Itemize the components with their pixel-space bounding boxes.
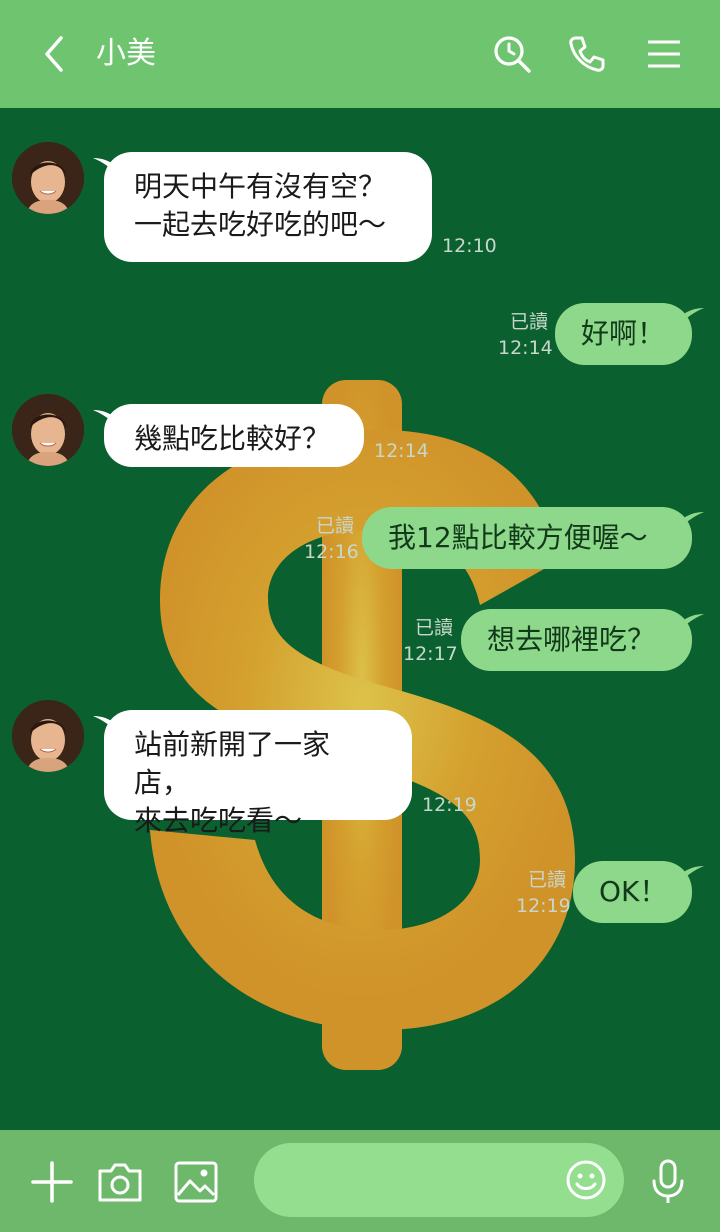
message-bubble-received[interactable]: 明天中午有沒有空？ 一起去吃好吃的吧～ bbox=[104, 152, 432, 262]
read-label: 已讀 bbox=[527, 869, 566, 891]
contact-avatar[interactable] bbox=[12, 142, 84, 214]
camera-icon bbox=[98, 1163, 142, 1202]
contact-avatar[interactable] bbox=[12, 394, 84, 466]
chat-title: 小美 bbox=[96, 36, 156, 71]
voice-button[interactable] bbox=[638, 1152, 698, 1212]
emoji-icon bbox=[566, 1160, 606, 1200]
bubble-tail bbox=[678, 866, 704, 884]
read-label: 已讀 bbox=[414, 617, 453, 639]
read-label: 已讀 bbox=[509, 311, 548, 333]
menu-icon bbox=[648, 40, 680, 68]
message-bubble-sent[interactable]: OK！ bbox=[573, 861, 692, 923]
chevron-left-icon bbox=[45, 36, 63, 72]
phone-icon bbox=[569, 36, 605, 72]
emoji-button[interactable] bbox=[556, 1150, 616, 1210]
image-icon bbox=[174, 1161, 218, 1203]
bubble-tail bbox=[678, 614, 704, 632]
read-receipt: 已讀 12:14 bbox=[498, 310, 553, 360]
message-bubble-received[interactable]: 幾點吃比較好？ bbox=[104, 404, 364, 467]
call-button[interactable] bbox=[563, 30, 611, 78]
message-time: 12:14 bbox=[374, 440, 429, 462]
read-receipt: 已讀 12:19 bbox=[516, 868, 571, 918]
camera-button[interactable] bbox=[90, 1152, 150, 1212]
bubble-tail bbox=[678, 512, 704, 530]
message-time: 12:16 bbox=[304, 541, 359, 563]
message-time: 12:10 bbox=[442, 235, 497, 257]
message-bubble-sent[interactable]: 我12點比較方便喔～ bbox=[362, 507, 692, 569]
contact-avatar[interactable] bbox=[12, 700, 84, 772]
message-bubble-sent[interactable]: 好啊！ bbox=[555, 303, 692, 365]
search-icon bbox=[494, 36, 531, 73]
read-label: 已讀 bbox=[315, 515, 354, 537]
search-button[interactable] bbox=[488, 30, 536, 78]
message-bubble-sent[interactable]: 想去哪裡吃？ bbox=[461, 609, 692, 671]
chat-header: 小美 bbox=[0, 0, 720, 108]
read-receipt: 已讀 12:16 bbox=[304, 514, 359, 564]
back-button[interactable] bbox=[30, 30, 78, 78]
message-bubble-received[interactable]: 站前新開了一家店， 來去吃吃看～ bbox=[104, 710, 412, 837]
message-time: 12:19 bbox=[516, 895, 571, 917]
image-button[interactable] bbox=[166, 1152, 226, 1212]
plus-icon bbox=[31, 1161, 73, 1203]
message-time: 12:17 bbox=[403, 643, 458, 665]
microphone-icon bbox=[652, 1159, 684, 1203]
message-time: 12:19 bbox=[422, 794, 477, 816]
read-receipt: 已讀 12:17 bbox=[403, 616, 458, 666]
menu-button[interactable] bbox=[640, 30, 688, 78]
add-button[interactable] bbox=[22, 1152, 82, 1212]
message-time: 12:14 bbox=[498, 337, 553, 359]
bubble-tail bbox=[678, 308, 704, 326]
